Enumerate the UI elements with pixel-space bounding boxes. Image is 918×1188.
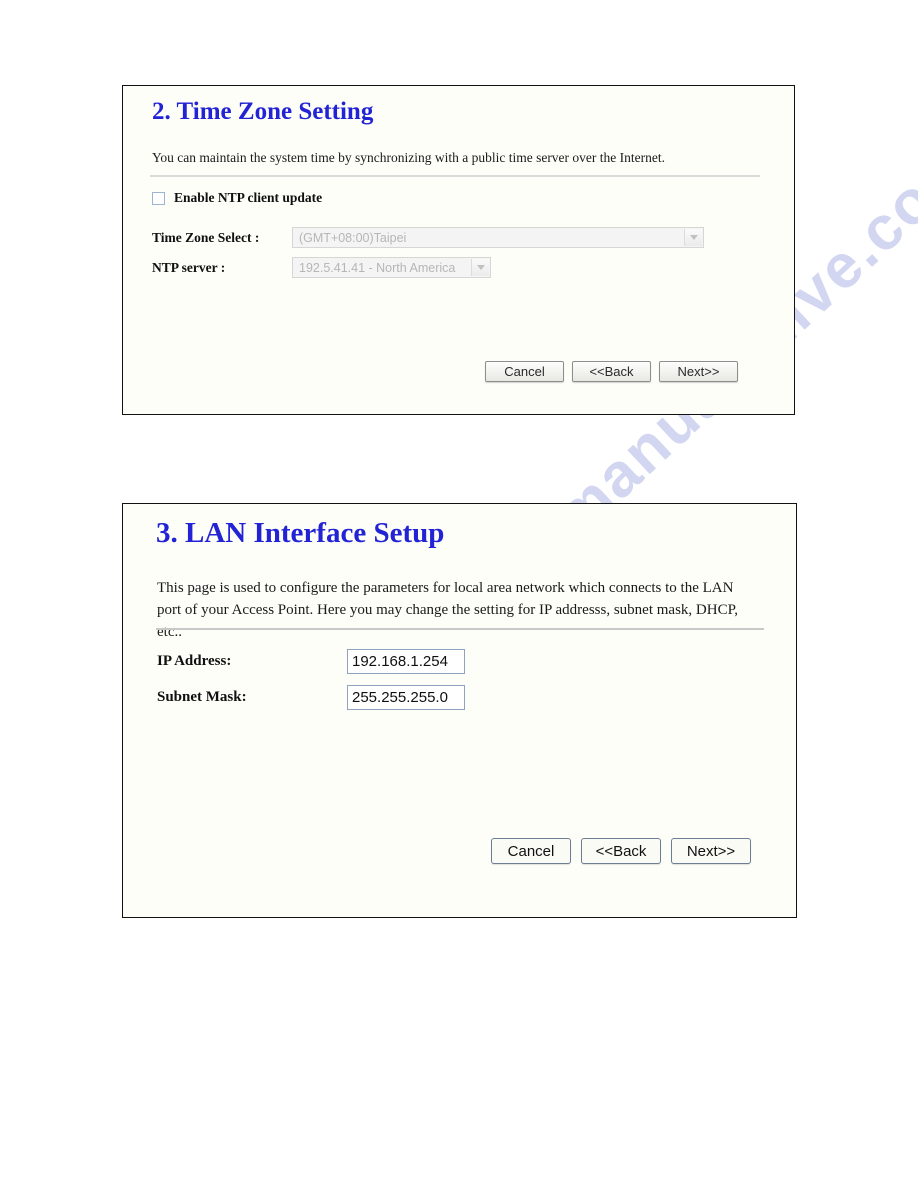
select-ntp-server[interactable]: 192.5.41.41 - North America: [292, 257, 491, 278]
label-subnet-mask: Subnet Mask:: [157, 689, 247, 705]
chevron-down-icon: [684, 229, 702, 246]
select-time-zone-value: (GMT+08:00)Taipei: [299, 230, 407, 245]
input-subnet-mask[interactable]: 255.255.255.0: [347, 685, 465, 710]
description-time-zone: You can maintain the system time by sync…: [152, 150, 666, 165]
button-row-time-zone: Cancel <<Back Next>>: [485, 361, 738, 382]
divider: [150, 175, 760, 177]
label-time-zone-select: Time Zone Select :: [152, 229, 260, 245]
form-row-time-zone-select: Time Zone Select : (GMT+08:00)Taipei: [152, 227, 704, 248]
page-title-time-zone: 2. Time Zone Setting: [152, 98, 374, 125]
select-ntp-server-value: 192.5.41.41 - North America: [299, 260, 456, 275]
next-button[interactable]: Next>>: [659, 361, 738, 382]
panel-time-zone-setting: 2. Time Zone Setting You can maintain th…: [122, 85, 795, 415]
checkbox-enable-ntp-client-update[interactable]: [152, 191, 165, 205]
page-title-lan-interface: 3. LAN Interface Setup: [156, 517, 445, 549]
form-row-subnet-mask: Subnet Mask: 255.255.255.0: [157, 685, 465, 710]
label-ntp-server: NTP server :: [152, 259, 226, 275]
label-ip-address: IP Address:: [157, 653, 232, 669]
back-button[interactable]: <<Back: [572, 361, 651, 382]
input-ip-address[interactable]: 192.168.1.254: [347, 649, 465, 674]
enable-ntp-client-update-row[interactable]: Enable NTP client update: [152, 190, 322, 206]
button-row-lan-interface: Cancel <<Back Next>>: [491, 838, 751, 864]
checkbox-label-enable-ntp-client-update: Enable NTP client update: [174, 190, 323, 205]
panel-lan-interface-setup: 3. LAN Interface Setup This page is used…: [122, 503, 797, 918]
form-row-ip-address: IP Address: 192.168.1.254: [157, 649, 465, 674]
description-lan-interface: This page is used to configure the param…: [157, 580, 739, 640]
divider: [156, 628, 764, 630]
form-row-ntp-server: NTP server : 192.5.41.41 - North America: [152, 257, 491, 278]
back-button[interactable]: <<Back: [581, 838, 661, 864]
chevron-down-icon: [471, 259, 489, 276]
select-time-zone[interactable]: (GMT+08:00)Taipei: [292, 227, 704, 248]
cancel-button[interactable]: Cancel: [485, 361, 564, 382]
cancel-button[interactable]: Cancel: [491, 838, 571, 864]
next-button[interactable]: Next>>: [671, 838, 751, 864]
